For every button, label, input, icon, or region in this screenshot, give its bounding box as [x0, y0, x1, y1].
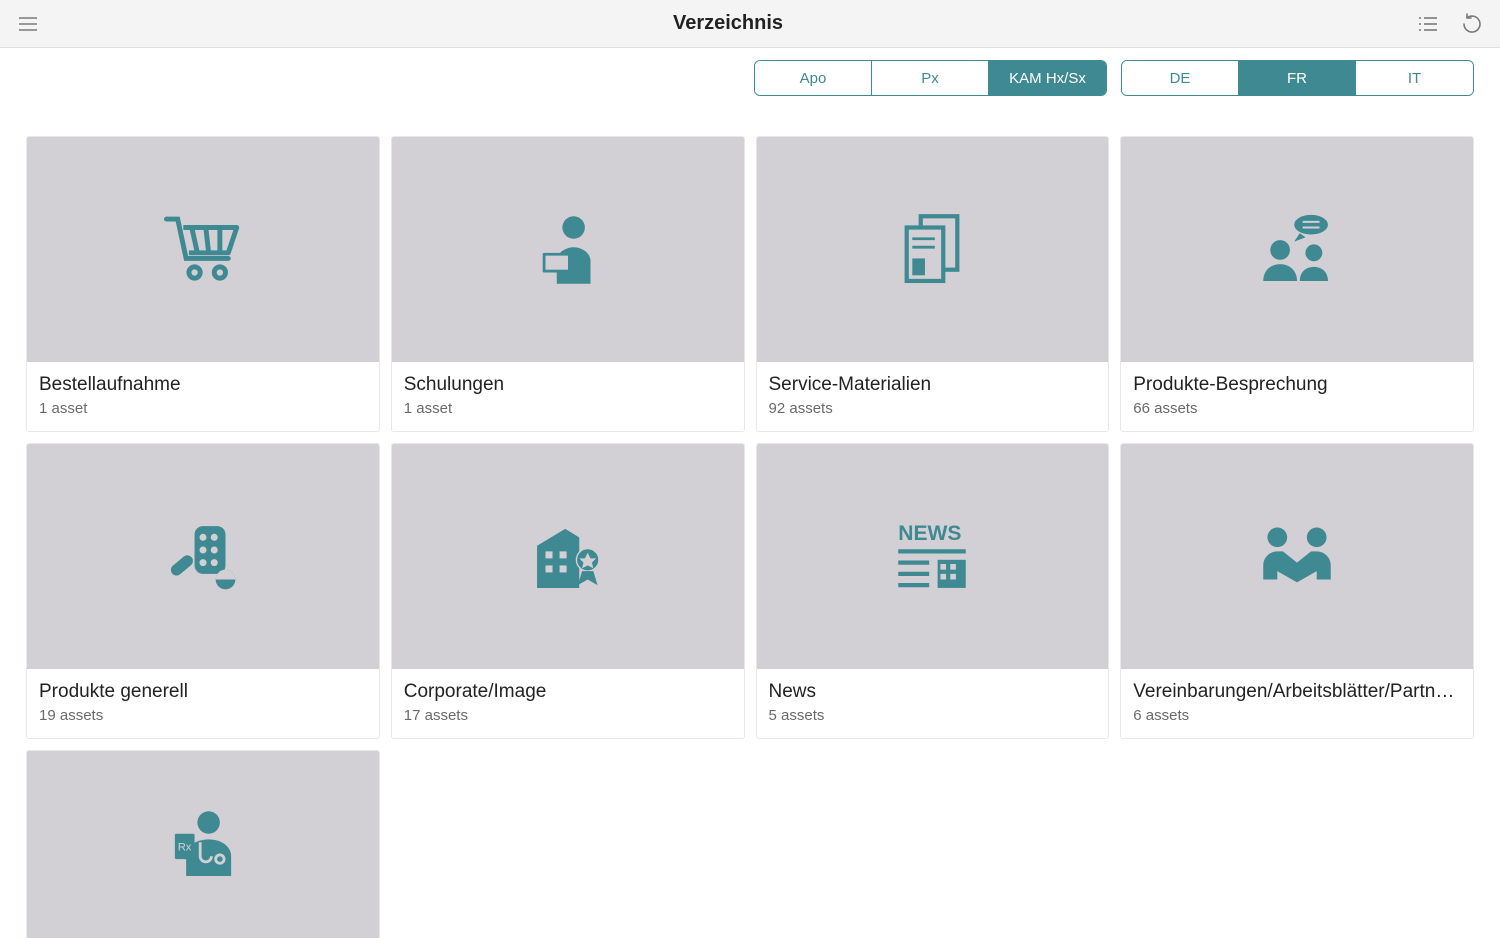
segment-de[interactable]: DE [1122, 61, 1239, 95]
card-body: News 5 assets [757, 669, 1109, 738]
page-title: Verzeichnis [673, 12, 783, 35]
refresh-icon [1460, 12, 1484, 36]
card-thumb [757, 137, 1109, 362]
card-produkte-besprechung[interactable]: Produkte-Besprechung 66 assets [1120, 136, 1474, 432]
card-meta: 19 assets [39, 707, 367, 724]
header: Verzeichnis [0, 0, 1500, 48]
card-doctor[interactable]: Rx [26, 750, 380, 938]
card-title: News [769, 681, 1097, 703]
card-thumb [392, 444, 744, 669]
menu-button[interactable] [14, 10, 42, 38]
card-title: Schulungen [404, 374, 732, 396]
segment-fr[interactable]: FR [1239, 61, 1356, 95]
card-thumb [1121, 444, 1473, 669]
doctor-icon: Rx [158, 800, 248, 890]
pills-icon [158, 512, 248, 602]
card-thumb [27, 444, 379, 669]
card-meta: 1 asset [39, 400, 367, 417]
list-view-button[interactable] [1414, 10, 1442, 38]
card-title: Corporate/Image [404, 681, 732, 703]
segment-it[interactable]: IT [1356, 61, 1473, 95]
card-vereinbarungen[interactable]: Vereinbarungen/Arbeitsblätter/Partners..… [1120, 443, 1474, 739]
card-meta: 66 assets [1133, 400, 1461, 417]
card-body: Produkte generell 19 assets [27, 669, 379, 738]
svg-text:Rx: Rx [178, 842, 192, 854]
card-meta: 17 assets [404, 707, 732, 724]
cart-icon [158, 205, 248, 295]
card-bestellaufnahme[interactable]: Bestellaufnahme 1 asset [26, 136, 380, 432]
card-grid: Bestellaufnahme 1 asset Schulungen 1 ass… [0, 96, 1500, 938]
card-title: Produkte generell [39, 681, 367, 703]
card-thumb: Rx [27, 751, 379, 938]
refresh-button[interactable] [1458, 10, 1486, 38]
handshake-icon [1252, 512, 1342, 602]
card-title: Vereinbarungen/Arbeitsblätter/Partners..… [1133, 681, 1461, 703]
card-corporate[interactable]: Corporate/Image 17 assets [391, 443, 745, 739]
training-icon [523, 205, 613, 295]
corporate-icon [523, 512, 613, 602]
card-news[interactable]: NEWS News 5 assets [756, 443, 1110, 739]
filter-bar: Apo Px KAM Hx/Sx DE FR IT [0, 48, 1500, 96]
segment-kam[interactable]: KAM Hx/Sx [989, 61, 1106, 95]
documents-icon [887, 205, 977, 295]
header-right [1414, 10, 1486, 38]
svg-text:NEWS: NEWS [899, 522, 962, 545]
news-icon: NEWS [887, 512, 977, 602]
card-thumb [27, 137, 379, 362]
card-body: Corporate/Image 17 assets [392, 669, 744, 738]
card-body: Bestellaufnahme 1 asset [27, 362, 379, 431]
card-title: Produkte-Besprechung [1133, 374, 1461, 396]
header-left [14, 10, 42, 38]
category-segment: Apo Px KAM Hx/Sx [754, 60, 1107, 96]
card-body: Schulungen 1 asset [392, 362, 744, 431]
card-service-materialien[interactable]: Service-Materialien 92 assets [756, 136, 1110, 432]
card-meta: 5 assets [769, 707, 1097, 724]
segment-px[interactable]: Px [872, 61, 989, 95]
card-schulungen[interactable]: Schulungen 1 asset [391, 136, 745, 432]
card-thumb [392, 137, 744, 362]
list-icon [1416, 12, 1440, 36]
card-title: Service-Materialien [769, 374, 1097, 396]
menu-icon [16, 12, 40, 36]
card-meta: 6 assets [1133, 707, 1461, 724]
card-produkte-generell[interactable]: Produkte generell 19 assets [26, 443, 380, 739]
segment-apo[interactable]: Apo [755, 61, 872, 95]
card-body: Vereinbarungen/Arbeitsblätter/Partners..… [1121, 669, 1473, 738]
card-meta: 1 asset [404, 400, 732, 417]
language-segment: DE FR IT [1121, 60, 1474, 96]
card-meta: 92 assets [769, 400, 1097, 417]
card-body: Service-Materialien 92 assets [757, 362, 1109, 431]
card-body: Produkte-Besprechung 66 assets [1121, 362, 1473, 431]
card-thumb: NEWS [757, 444, 1109, 669]
discussion-icon [1252, 205, 1342, 295]
card-title: Bestellaufnahme [39, 374, 367, 396]
card-thumb [1121, 137, 1473, 362]
